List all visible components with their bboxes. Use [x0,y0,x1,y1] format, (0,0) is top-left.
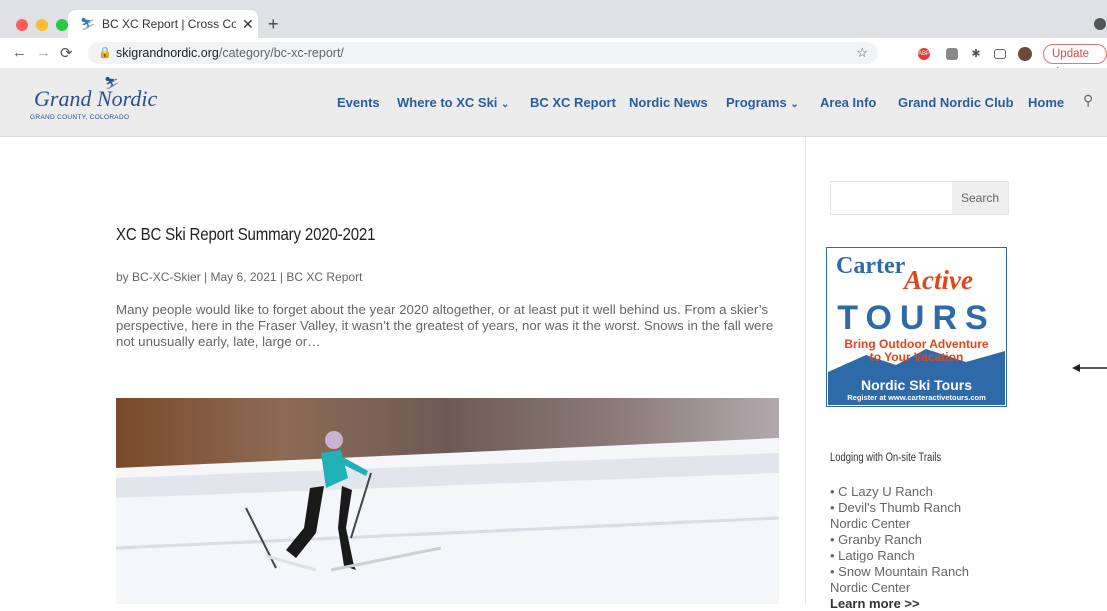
post-excerpt: Many people would like to forget about t… [116,302,774,349]
post-author[interactable]: BC-XC-Skier [132,270,201,284]
chevron-down-icon: ⌄ [501,99,510,110]
post-category[interactable]: BC XC Report [286,270,362,284]
tab-close-icon[interactable]: ✕ [242,16,254,33]
profile-avatar[interactable] [1018,47,1032,61]
logo-subtitle: GRAND COUNTY, COLORADO [30,114,130,121]
site-header: ⛷ Grand Nordic GRAND COUNTY, COLORADO Ev… [0,68,1107,137]
sidebar-divider [805,137,806,604]
new-tab-button[interactable]: + [268,14,279,35]
skier-favicon-icon: ⛷ [80,17,96,31]
logo-text: Grand Nordic [34,86,158,111]
list-item[interactable]: • Snow Mountain Ranch Nordic Center [830,564,1000,596]
update-button[interactable]: Update ⋮ [1043,44,1107,78]
tab-title: BC XC Report | Cross Country [102,17,236,31]
separator: | [279,270,284,284]
nav-nordic-news[interactable]: Nordic News [629,95,708,110]
separator: | [204,270,208,284]
nav-grand-nordic-club[interactable]: Grand Nordic Club [898,95,1014,110]
lodging-heading: Lodging with On-site Trails [830,452,942,464]
nav-events[interactable]: Events [337,95,380,110]
nav-area-info[interactable]: Area Info [820,95,876,110]
arrow-left-icon [1072,364,1107,372]
list-item[interactable]: • Devil's Thumb Ranch Nordic Center [830,500,1000,532]
nav-where-to-xc-ski[interactable]: Where to XC Ski ⌄ [397,95,509,110]
ad-brand-active: Active [904,265,973,295]
list-item[interactable]: • C Lazy U Ranch [830,484,1000,500]
tab-search-icon[interactable] [1094,18,1106,30]
back-arrow-icon[interactable]: ← [12,44,27,61]
cast-icon[interactable] [994,49,1006,59]
post-featured-image[interactable] [116,398,779,604]
nav-home[interactable]: Home [1028,95,1064,110]
ad-register: Register at www.carteractivetours.com [847,393,986,402]
search-icon[interactable]: ⚲ [1083,92,1093,109]
minimize-window-button[interactable] [36,19,48,31]
forward-arrow-icon[interactable]: → [36,44,51,61]
ad-brand-carter: Carter [836,253,906,279]
ad-tours: TOURS [837,299,996,337]
adblock-extension-icon[interactable]: ABP [918,48,930,60]
post-meta: by BC-XC-Skier | May 6, 2021 | BC XC Rep… [116,270,362,284]
tab-strip: ⛷ BC XC Report | Cross Country ✕ + [0,0,1107,38]
lodging-list: • C Lazy U Ranch • Devil's Thumb Ranch N… [830,484,1000,596]
post-date: May 6, 2021 [210,270,277,284]
carter-active-tours-ad[interactable]: Carter Active TOURS Bring Outdoor Advent… [825,246,1008,408]
ad-tagline-1: Bring Outdoor Adventure [844,337,989,351]
browser-toolbar: ← → ⟳ 🔒 skigrandnordic.org/category/bc-x… [0,38,1107,78]
extension-icon[interactable] [946,48,958,60]
lock-icon: 🔒 [98,47,112,59]
browser-chrome: ⛷ BC XC Report | Cross Country ✕ + ← → ⟳… [0,0,1107,78]
list-item[interactable]: • Latigo Ranch [830,548,1000,564]
list-item[interactable]: • Granby Ranch [830,532,1000,548]
nav-bc-xc-report[interactable]: BC XC Report [530,95,616,110]
nav-programs[interactable]: Programs ⌄ [726,95,799,110]
post-title[interactable]: XC BC Ski Report Summary 2020-2021 [116,224,375,245]
ad-product: Nordic Ski Tours [861,377,972,393]
browser-tab[interactable]: ⛷ BC XC Report | Cross Country ✕ [68,10,258,38]
maximize-window-button[interactable] [56,19,68,31]
site-logo[interactable]: ⛷ Grand Nordic GRAND COUNTY, COLORADO [30,76,170,126]
window-controls [16,19,68,31]
address-bar[interactable]: 🔒 skigrandnordic.org/category/bc-xc-repo… [88,42,878,64]
skier-photo [116,398,779,604]
sidebar-search-button[interactable]: Search [952,181,1009,215]
sidebar-search-input[interactable] [830,181,954,215]
chevron-down-icon: ⌄ [790,99,799,110]
reload-icon[interactable]: ⟳ [60,44,73,62]
ad-tagline-2: to Your Vacation [869,350,964,364]
close-window-button[interactable] [16,19,28,31]
url-text: skigrandnordic.org/category/bc-xc-report… [116,46,344,60]
puzzle-extensions-icon[interactable]: ✱ [970,48,982,60]
bookmark-star-icon[interactable]: ☆ [856,45,868,61]
post-by: by [116,270,129,284]
